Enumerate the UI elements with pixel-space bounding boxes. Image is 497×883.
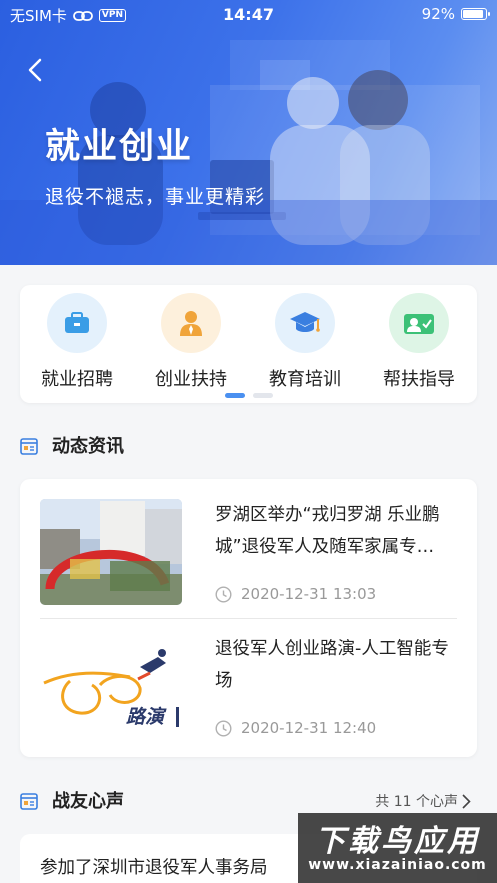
- news-card: 罗湖区举办“戎归罗湖 乐业鹏城”退役军人及随军家属专… 2020-12-31 1…: [20, 479, 477, 757]
- voice-item-text: 参加了深圳市退役军人事务局: [40, 858, 268, 878]
- briefcase-icon: [47, 293, 107, 353]
- person-icon: [161, 293, 221, 353]
- user-card-icon: [389, 293, 449, 353]
- voice-count: 共 11 个心声: [375, 794, 458, 810]
- chevron-left-icon: [28, 58, 42, 82]
- clock-icon: [215, 719, 232, 737]
- back-button[interactable]: [22, 55, 50, 85]
- service-label: 创业扶持: [155, 369, 227, 390]
- service-item-education[interactable]: 教育培训: [248, 293, 362, 391]
- divider: [40, 618, 457, 619]
- watermark-logo: 下载鸟应用 www.xiazainiao.com: [298, 813, 497, 883]
- news-timestamp: 2020-12-31 13:03: [215, 585, 376, 603]
- news-title: 罗湖区举办“戎归罗湖 乐业鹏城”退役军人及随军家属专…: [215, 505, 440, 557]
- status-bar: 无SIM卡 VPN 14:47 92%: [0, 0, 497, 30]
- news-time-text: 2020-12-31 13:03: [241, 585, 377, 603]
- news-time-text: 2020-12-31 12:40: [241, 719, 377, 737]
- hero-title: 就业创业: [45, 127, 194, 167]
- news-title: 退役军人创业路演-人工智能专场: [215, 639, 449, 691]
- news-item[interactable]: 路演 退役军人创业路演-人工智能专场 2020-12-31 12:40: [40, 633, 457, 753]
- service-grid: 就业招聘 创业扶持 教育培训 帮扶指导: [20, 285, 477, 403]
- voice-list-icon: [20, 793, 38, 810]
- service-item-startup[interactable]: 创业扶持: [134, 293, 248, 391]
- service-label: 就业招聘: [41, 369, 113, 390]
- service-item-assistance[interactable]: 帮扶指导: [362, 293, 476, 391]
- clock-icon: [215, 585, 232, 603]
- news-item[interactable]: 罗湖区举办“戎归罗湖 乐业鹏城”退役军人及随军家属专… 2020-12-31 1…: [40, 499, 457, 619]
- service-item-jobs[interactable]: 就业招聘: [20, 293, 134, 391]
- watermark-url: www.xiazainiao.com: [308, 857, 487, 873]
- hero-banner: 无SIM卡 VPN 14:47 92% 就业创业 退役不褪志，事业更精彩: [0, 0, 497, 265]
- news-timestamp: 2020-12-31 12:40: [215, 719, 376, 737]
- section-title: 战友心声: [52, 791, 124, 812]
- page-dot[interactable]: [252, 393, 273, 398]
- battery-level-fill: [463, 10, 484, 18]
- battery-icon: [461, 8, 490, 20]
- graduation-cap-icon: [275, 293, 335, 353]
- page-dot-active[interactable]: [224, 393, 245, 398]
- news-thumbnail: [40, 499, 182, 605]
- news-section-header: 动态资讯: [20, 432, 477, 460]
- pagination-dots: [20, 393, 477, 398]
- service-label: 帮扶指导: [383, 369, 455, 390]
- section-title: 动态资讯: [52, 436, 124, 457]
- hero-subtitle: 退役不褪志，事业更精彩: [45, 186, 266, 208]
- news-list-icon: [20, 438, 38, 455]
- status-right: 92%: [421, 5, 490, 23]
- chevron-right-icon: [462, 793, 471, 809]
- voice-section-header: 战友心声 共 11 个心声: [20, 787, 477, 815]
- thumbnail-caption: 路演: [126, 706, 167, 728]
- service-label: 教育培训: [269, 369, 341, 390]
- voice-more-link[interactable]: 共 11 个心声: [375, 791, 471, 811]
- watermark-main: 下载鸟应用: [315, 824, 480, 859]
- battery-percent: 92%: [421, 5, 455, 23]
- news-thumbnail: 路演: [40, 633, 182, 739]
